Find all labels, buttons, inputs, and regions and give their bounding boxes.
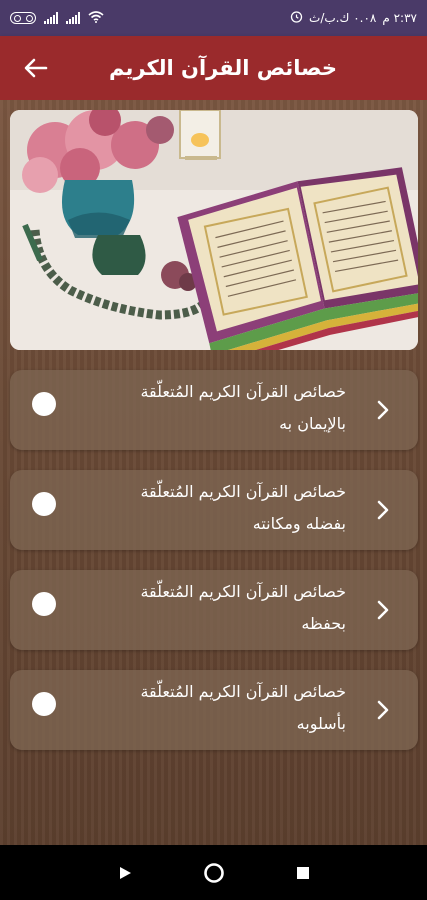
topics-list: خصائص القرآن الكريم المُتعلّقة بالإيمان … (10, 370, 418, 770)
status-icons-left (10, 10, 104, 26)
list-item-line1: خصائص القرآن الكريم المُتعلّقة (140, 582, 346, 601)
list-item-line2: بالإيمان به (279, 414, 346, 433)
signal-2-icon (66, 12, 80, 24)
app-bar: خصائص القرآن الكريم (0, 36, 427, 100)
status-info-right: ٠.٠٨ ك.ب/ث ٢:٣٧ م (290, 10, 417, 26)
chevron-right-icon (374, 498, 392, 522)
list-item[interactable]: خصائص القرآن الكريم المُتعلّقة بالإيمان … (10, 370, 418, 450)
list-item-label: خصائص القرآن الكريم المُتعلّقة بفضله ومك… (86, 476, 346, 540)
bullet-icon (32, 692, 56, 716)
list-item-line1: خصائص القرآن الكريم المُتعلّقة (140, 482, 346, 501)
system-nav-bar (0, 845, 427, 900)
chevron-right-icon (374, 598, 392, 622)
signal-icon (44, 12, 58, 24)
list-item-line1: خصائص القرآن الكريم المُتعلّقة (140, 682, 346, 701)
triangle-back-icon (119, 866, 131, 879)
bullet-icon (32, 392, 56, 416)
list-item-line2: بفضله ومكانته (252, 514, 346, 533)
circle-home-icon (203, 862, 224, 883)
bullet-icon (32, 492, 56, 516)
back-button[interactable] (22, 54, 50, 82)
network-speed: ٠.٠٨ ك.ب/ث (309, 11, 377, 25)
list-item-label: خصائص القرآن الكريم المُتعلّقة بحفظه (86, 576, 346, 640)
nav-back-button[interactable] (110, 858, 140, 888)
list-item[interactable]: خصائص القرآن الكريم المُتعلّقة بحفظه (10, 570, 418, 650)
hero-image (10, 110, 418, 350)
main-content: خصائص القرآن الكريم المُتعلّقة بالإيمان … (0, 100, 427, 845)
wifi-icon (88, 10, 104, 26)
bullet-icon (32, 592, 56, 616)
page-title: خصائص القرآن الكريم (109, 56, 337, 80)
list-item[interactable]: خصائص القرآن الكريم المُتعلّقة بفضله ومك… (10, 470, 418, 550)
list-item-line2: بحفظه (301, 614, 346, 633)
list-item-line1: خصائص القرآن الكريم المُتعلّقة (140, 382, 346, 401)
alarm-icon (290, 10, 303, 26)
status-bar: ٠.٠٨ ك.ب/ث ٢:٣٧ م (0, 0, 427, 36)
arrow-left-icon (24, 58, 48, 78)
clock: ٢:٣٧ م (382, 11, 417, 25)
chevron-right-icon (374, 698, 392, 722)
list-item-line2: بأسلوبه (296, 714, 346, 733)
vpn-icon (10, 12, 36, 24)
nav-recents-button[interactable] (288, 858, 318, 888)
list-item-label: خصائص القرآن الكريم المُتعلّقة بأسلوبه (86, 676, 346, 740)
chevron-right-icon (374, 398, 392, 422)
list-item[interactable]: خصائص القرآن الكريم المُتعلّقة بأسلوبه (10, 670, 418, 750)
list-item-label: خصائص القرآن الكريم المُتعلّقة بالإيمان … (86, 376, 346, 440)
square-recents-icon (296, 866, 309, 879)
nav-home-button[interactable] (199, 858, 229, 888)
